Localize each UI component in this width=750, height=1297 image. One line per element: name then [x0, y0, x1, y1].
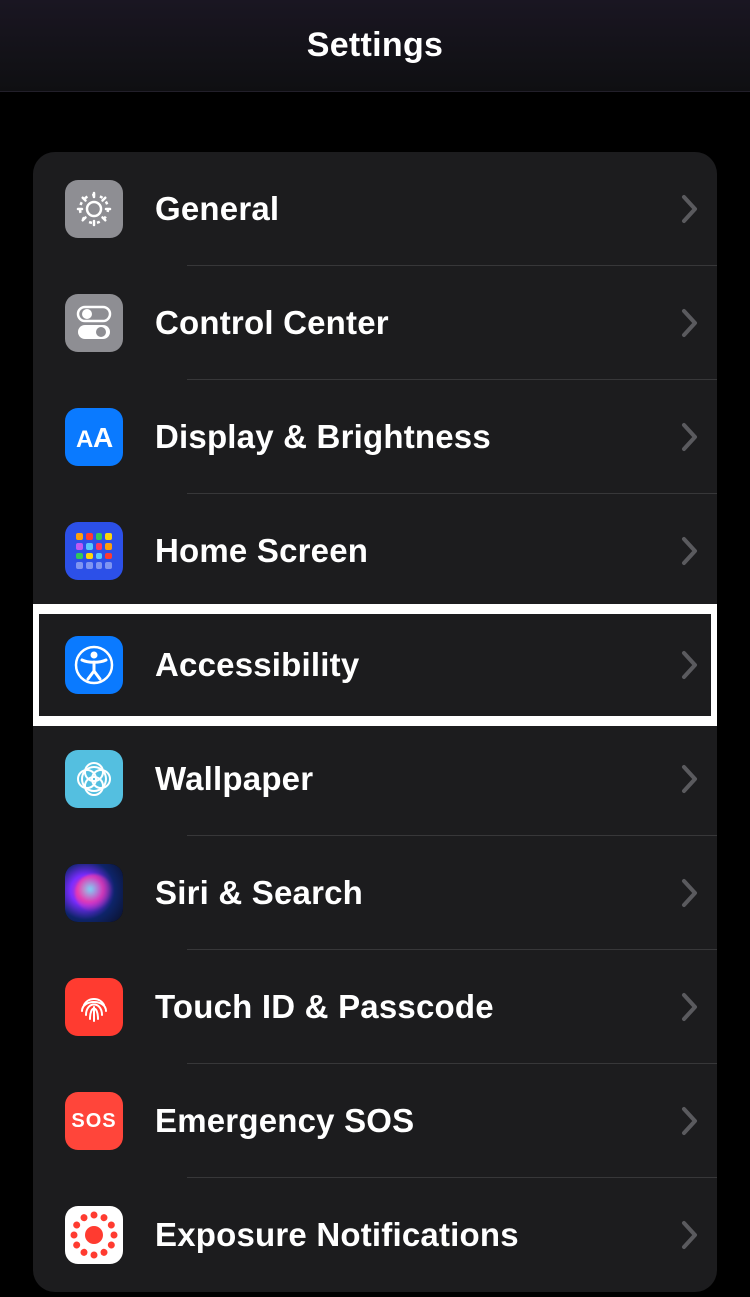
row-label: Touch ID & Passcode	[155, 988, 681, 1026]
chevron-right-icon	[681, 878, 699, 908]
settings-row-emergency-sos[interactable]: SOS Emergency SOS	[33, 1064, 717, 1178]
chevron-right-icon	[681, 308, 699, 338]
exposure-icon	[65, 1206, 123, 1264]
settings-row-siri-search[interactable]: Siri & Search	[33, 836, 717, 950]
row-label: Home Screen	[155, 532, 681, 570]
accessibility-icon	[65, 636, 123, 694]
chevron-right-icon	[681, 1106, 699, 1136]
svg-text:A: A	[93, 422, 113, 453]
chevron-right-icon	[681, 764, 699, 794]
chevron-right-icon	[681, 422, 699, 452]
settings-content: General Control Center A	[0, 92, 750, 1292]
chevron-right-icon	[681, 992, 699, 1022]
row-label: Display & Brightness	[155, 418, 681, 456]
row-label: Emergency SOS	[155, 1102, 681, 1140]
settings-row-display-brightness[interactable]: A A Display & Brightness	[33, 380, 717, 494]
display-icon: A A	[65, 408, 123, 466]
header: Settings	[0, 0, 750, 92]
sos-text: SOS	[71, 1110, 116, 1133]
row-label: Exposure Notifications	[155, 1216, 681, 1254]
sos-icon: SOS	[65, 1092, 123, 1150]
chevron-right-icon	[681, 536, 699, 566]
settings-row-wallpaper[interactable]: Wallpaper	[33, 722, 717, 836]
fingerprint-icon	[65, 978, 123, 1036]
row-label: Siri & Search	[155, 874, 681, 912]
row-label: Accessibility	[155, 646, 681, 684]
settings-row-control-center[interactable]: Control Center	[33, 266, 717, 380]
chevron-right-icon	[681, 650, 699, 680]
page-title: Settings	[307, 26, 444, 65]
wallpaper-icon	[65, 750, 123, 808]
siri-icon	[65, 864, 123, 922]
settings-row-home-screen[interactable]: Home Screen	[33, 494, 717, 608]
settings-row-exposure-notifications[interactable]: Exposure Notifications	[33, 1178, 717, 1292]
chevron-right-icon	[681, 194, 699, 224]
settings-row-touch-id[interactable]: Touch ID & Passcode	[33, 950, 717, 1064]
settings-row-general[interactable]: General	[33, 152, 717, 266]
control-center-icon	[65, 294, 123, 352]
gear-icon	[65, 180, 123, 238]
home-screen-icon	[65, 522, 123, 580]
chevron-right-icon	[681, 1220, 699, 1250]
settings-row-accessibility[interactable]: Accessibility	[33, 608, 717, 722]
row-label: Wallpaper	[155, 760, 681, 798]
svg-text:A: A	[76, 426, 93, 453]
row-label: General	[155, 190, 681, 228]
row-label: Control Center	[155, 304, 681, 342]
settings-group: General Control Center A	[33, 152, 717, 1292]
